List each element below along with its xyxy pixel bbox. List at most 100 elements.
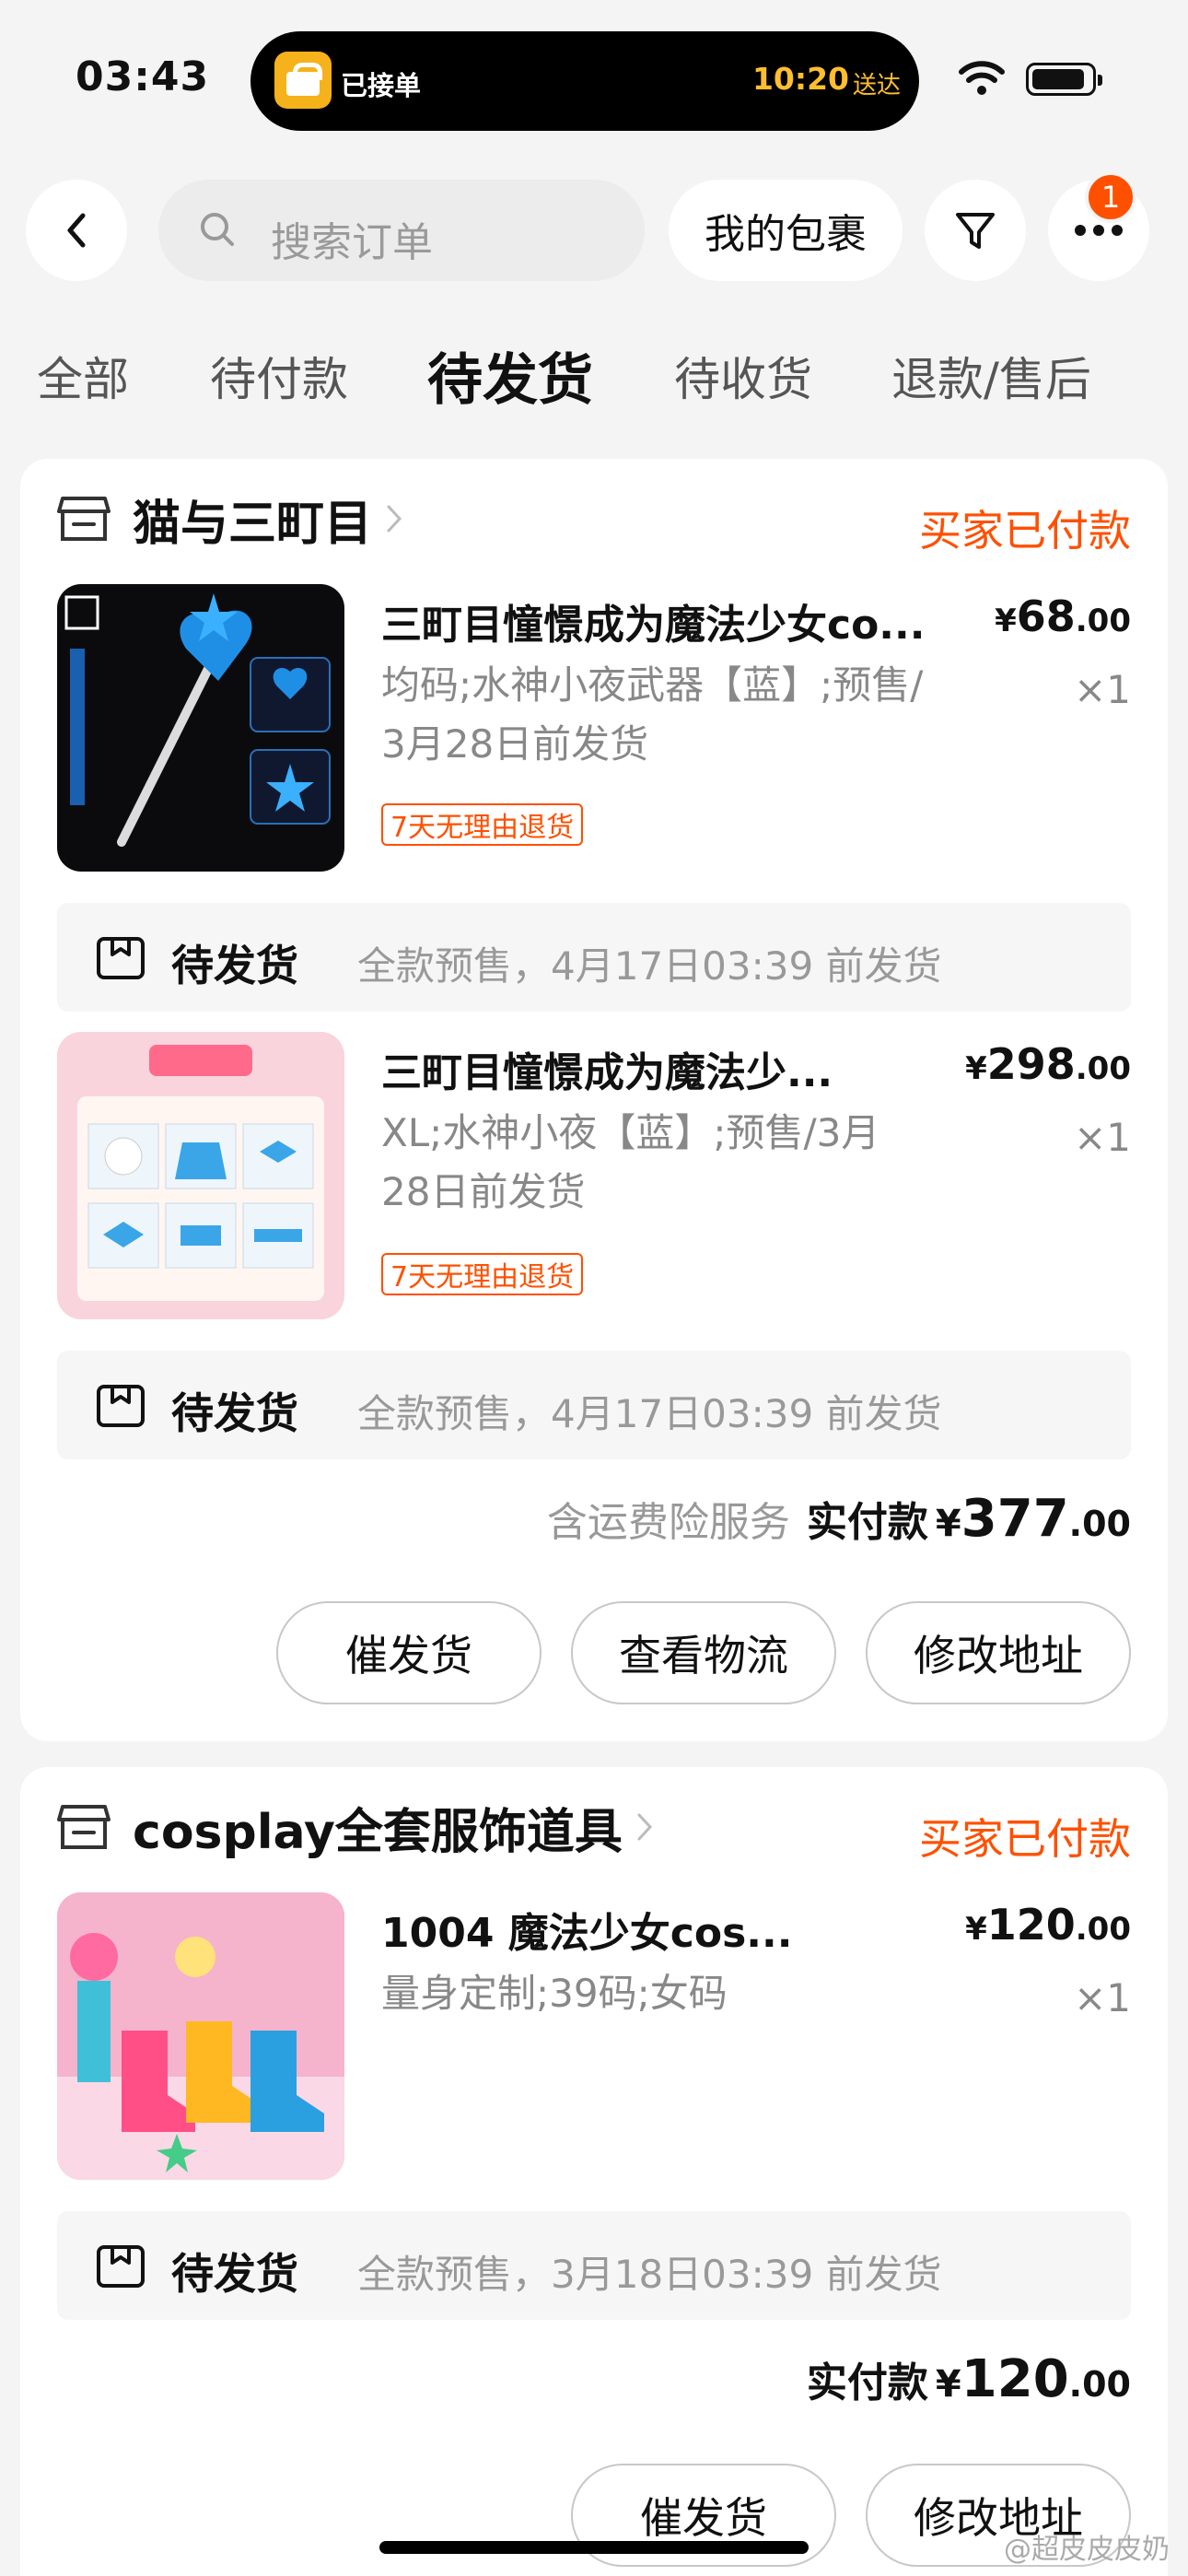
shop-icon — [57, 1805, 111, 1849]
shop-header[interactable]: 猫与三町目 — [57, 485, 403, 554]
product-spec-line: 3月28日前发货 — [381, 721, 649, 767]
costume-set-image — [57, 1032, 344, 1319]
product-title[interactable]: 三町目憧憬成为魔法少女co... — [381, 591, 925, 650]
order-total: 含运费险服务 实付款 ¥377.00 — [547, 1489, 1131, 1549]
price-decimal: .00 — [1075, 1911, 1131, 1948]
package-box-icon — [97, 1385, 145, 1427]
shipment-status-bar[interactable]: 待发货 全款预售，4月17日03:39 前发货 — [57, 903, 1131, 1012]
tab-refund-aftersale[interactable]: 退款/售后 — [891, 343, 1091, 409]
urge-shipment-button[interactable]: 催发货 — [276, 1601, 542, 1704]
product-price: ¥120.00 — [965, 1900, 1131, 1950]
order-card[interactable]: 猫与三町目 买家已付款 三町目憧憬成为魔法少女co... ¥68.00 均码;水… — [20, 459, 1168, 1741]
island-eta-suffix: 送达 — [852, 72, 901, 100]
dynamic-island[interactable]: 已接单 10:20 送达 — [250, 31, 919, 131]
total-currency: ¥ — [935, 1503, 961, 1545]
price-currency: ¥ — [965, 1911, 987, 1948]
product-quantity: ×1 — [1074, 1975, 1131, 2020]
product-quantity: ×1 — [1074, 1115, 1131, 1160]
total-decimal: .00 — [1068, 2364, 1131, 2405]
product-image[interactable] — [57, 584, 344, 872]
total-integer: 377 — [961, 1489, 1069, 1549]
delivery-app-icon — [274, 52, 332, 109]
product-quantity: ×1 — [1074, 667, 1131, 712]
total-label: 实付款 — [806, 2359, 928, 2406]
product-spec-line: XL;水神小夜【蓝】;预售/3月 — [381, 1110, 880, 1155]
product-spec-line: 均码;水神小夜武器【蓝】;预售/ — [381, 662, 924, 708]
total-decimal: .00 — [1068, 1504, 1131, 1544]
wifi-icon — [959, 61, 1005, 95]
top-nav: 搜索订单 我的包裹 1 — [0, 171, 1188, 286]
search-icon — [201, 213, 234, 246]
tab-pending-receipt[interactable]: 待收货 — [674, 343, 812, 409]
product-title[interactable]: 三町目憧憬成为魔法少... — [381, 1039, 833, 1098]
shipment-label: 待发货 — [171, 941, 298, 990]
shipment-status-bar[interactable]: 待发货 全款预售，4月17日03:39 前发货 — [57, 1351, 1131, 1459]
shipment-label: 待发货 — [171, 2249, 298, 2299]
shop-name[interactable]: 猫与三町目 — [133, 485, 372, 554]
return-policy-tag: 7天无理由退货 — [381, 803, 584, 846]
my-packages-button[interactable]: 我的包裹 — [669, 180, 903, 281]
notification-badge: 1 — [1085, 171, 1136, 223]
shipment-detail: 全款预售，3月18日03:39 前发货 — [357, 2252, 942, 2297]
package-box-icon — [97, 937, 145, 979]
back-button[interactable] — [26, 180, 127, 281]
more-dots-icon — [1075, 225, 1123, 236]
chevron-left-icon — [67, 213, 86, 248]
search-placeholder: 搜索订单 — [271, 219, 433, 266]
shipping-insurance-note: 含运费险服务 — [546, 1499, 790, 1546]
view-logistics-button[interactable]: 查看物流 — [571, 1601, 836, 1704]
modify-address-button[interactable]: 修改地址 — [866, 1601, 1131, 1704]
price-integer: 68 — [1016, 591, 1076, 641]
status-bar: 03:43 已接单 10:20 送达 — [0, 0, 1188, 157]
shipment-status-bar[interactable]: 待发货 全款预售，3月18日03:39 前发货 — [57, 2211, 1131, 2320]
price-currency: ¥ — [965, 1050, 987, 1087]
price-decimal: .00 — [1075, 1050, 1131, 1087]
tab-all[interactable]: 全部 — [37, 343, 129, 409]
battery-icon — [1026, 63, 1102, 96]
tab-pending-payment[interactable]: 待付款 — [210, 343, 348, 409]
product-price: ¥68.00 — [995, 591, 1131, 641]
home-indicator[interactable] — [379, 2541, 809, 2554]
filter-icon — [956, 213, 995, 249]
filter-button[interactable] — [925, 180, 1026, 281]
island-eta-time: 10:20 — [751, 61, 849, 97]
product-image[interactable] — [57, 1032, 344, 1319]
search-input[interactable]: 搜索订单 — [158, 180, 645, 281]
total-currency: ¥ — [935, 2363, 961, 2406]
price-decimal: .00 — [1075, 603, 1131, 639]
chevron-right-icon — [637, 1813, 652, 1841]
product-price: ¥298.00 — [965, 1039, 1131, 1089]
watermark: @超皮皮皮奶 — [1004, 2534, 1170, 2566]
shipment-label: 待发货 — [171, 1388, 298, 1438]
shop-icon — [57, 497, 111, 541]
product-image[interactable] — [57, 1892, 344, 2180]
price-integer: 120 — [986, 1900, 1076, 1950]
product-title[interactable]: 1004 魔法少女cos... — [381, 1900, 792, 1959]
product-spec: 均码;水神小夜武器【蓝】;预售/ 3月28日前发货 — [381, 656, 923, 774]
product-spec: 量身定制;39码;女码 — [381, 1964, 728, 2023]
status-time: 03:43 — [76, 53, 210, 100]
magic-wand-image — [64, 593, 331, 847]
price-integer: 298 — [986, 1039, 1076, 1089]
order-status: 买家已付款 — [919, 506, 1131, 556]
shipment-detail: 全款预售，4月17日03:39 前发货 — [357, 1391, 942, 1436]
order-status: 买家已付款 — [919, 1814, 1131, 1864]
product-spec-line: 28日前发货 — [381, 1169, 586, 1214]
total-integer: 120 — [961, 2349, 1069, 2409]
shop-name[interactable]: cosplay全套服饰道具 — [133, 1793, 623, 1862]
package-box-icon — [97, 2245, 145, 2288]
price-currency: ¥ — [995, 603, 1017, 639]
return-policy-tag: 7天无理由退货 — [381, 1253, 584, 1295]
shipment-detail: 全款预售，4月17日03:39 前发货 — [357, 943, 942, 989]
shop-header[interactable]: cosplay全套服饰道具 — [57, 1793, 654, 1862]
product-spec-line: 量身定制;39码;女码 — [381, 1971, 728, 2016]
order-card[interactable]: cosplay全套服饰道具 买家已付款 1004 魔法少女cos... ¥120… — [20, 1767, 1168, 2576]
order-tabs: 全部 待付款 待发货 待收货 退款/售后 — [0, 343, 1188, 426]
chevron-right-icon — [387, 505, 402, 533]
island-label: 已接单 — [341, 70, 422, 101]
product-spec: XL;水神小夜【蓝】;预售/3月 28日前发货 — [381, 1104, 879, 1222]
tab-pending-shipment[interactable]: 待发货 — [427, 335, 593, 416]
order-total: 实付款 ¥120.00 — [807, 2349, 1131, 2409]
boots-image — [57, 1892, 344, 2180]
total-label: 实付款 — [806, 1499, 928, 1546]
